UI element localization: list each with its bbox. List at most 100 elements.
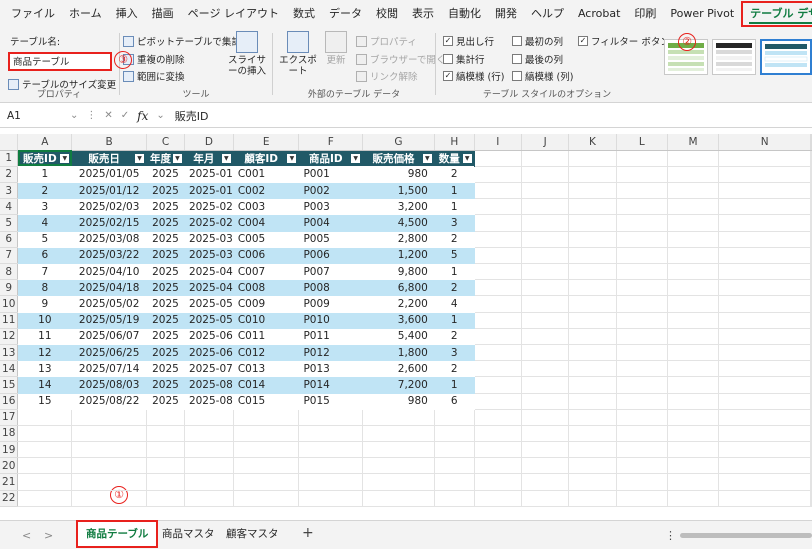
ribbon-tab[interactable]: 開発 [488,0,524,27]
table-cell[interactable]: P007 [298,263,364,281]
row-header[interactable]: 21 [0,473,19,491]
table-cell[interactable]: C014 [233,376,300,394]
empty-cell[interactable] [474,441,523,459]
empty-cell[interactable] [810,425,812,443]
table-style-dark[interactable] [712,39,756,75]
table-cell[interactable]: 2025-07 [184,360,234,378]
table-cell[interactable]: 2025/02/03 [71,198,148,216]
table-header-cell[interactable]: 顧客ID ▼ [233,150,300,167]
empty-cell[interactable] [298,490,364,507]
empty-cell[interactable] [568,490,617,507]
table-cell[interactable]: P014 [298,376,364,394]
table-cell[interactable]: 15 [17,393,73,410]
empty-cell[interactable] [616,457,668,475]
ribbon-tab[interactable]: 挿入 [109,0,145,27]
open-in-browser-button[interactable]: ブラウザーで開く [356,52,445,66]
empty-cell[interactable] [568,198,617,216]
table-cell[interactable]: P006 [298,247,364,265]
column-header[interactable]: D [184,134,234,151]
empty-cell[interactable] [146,409,185,426]
column-header[interactable]: I [474,134,523,151]
empty-cell[interactable] [474,295,523,313]
empty-cell[interactable] [667,295,720,313]
empty-cell[interactable] [362,409,435,426]
empty-cell[interactable] [667,263,720,281]
table-cell[interactable]: 2025/05/19 [71,312,148,329]
empty-cell[interactable] [146,425,185,443]
table-cell[interactable]: 4,500 [362,214,435,232]
ribbon-tab[interactable]: Power Pivot [663,0,741,27]
more-options-icon[interactable]: ⋮ [665,529,676,542]
table-cell[interactable]: 6,800 [362,279,435,297]
empty-cell[interactable] [667,344,720,362]
empty-cell[interactable] [362,425,435,443]
empty-cell[interactable] [718,457,811,475]
table-cell[interactable]: C006 [233,247,300,265]
empty-cell[interactable] [568,150,617,167]
empty-cell[interactable] [298,425,364,443]
empty-cell[interactable] [362,473,435,491]
empty-cell[interactable] [568,312,617,329]
empty-cell[interactable] [521,409,570,426]
empty-cell[interactable] [474,247,523,265]
empty-cell[interactable] [616,393,668,410]
empty-cell[interactable] [474,182,523,200]
empty-cell[interactable] [616,295,668,313]
empty-cell[interactable] [71,457,148,475]
empty-cell[interactable] [521,166,570,184]
empty-cell[interactable] [474,150,523,167]
table-header-cell[interactable]: 商品ID ▼ [298,150,364,167]
empty-cell[interactable] [521,360,570,378]
empty-cell[interactable] [718,490,811,507]
empty-cell[interactable] [474,263,523,281]
empty-cell[interactable] [718,376,811,394]
table-cell[interactable]: 2025 [146,182,185,200]
table-cell[interactable]: P008 [298,279,364,297]
filter-dropdown-icon[interactable]: ▼ [351,153,361,163]
table-cell[interactable]: 2025 [146,393,185,410]
worksheet-grid[interactable]: ABCDEFGHIJKLMN 1 販売ID ▼ 販売日 ▼ 年度 ▼ 年月 ▼ 顧客ID ▼ 商品ID… [0,134,812,520]
empty-cell[interactable] [362,441,435,459]
add-sheet-icon[interactable]: + [302,525,314,541]
row-header[interactable]: 1 [0,150,19,167]
empty-cell[interactable] [616,360,668,378]
empty-cell[interactable] [616,166,668,184]
empty-cell[interactable] [718,312,811,329]
empty-cell[interactable] [616,328,668,345]
empty-cell[interactable] [17,425,73,443]
confirm-icon[interactable]: ✓ [121,110,129,121]
empty-cell[interactable] [568,425,617,443]
empty-cell[interactable] [362,457,435,475]
table-cell[interactable]: 6 [17,247,73,265]
empty-cell[interactable] [718,166,811,184]
row-header[interactable]: 14 [0,360,19,378]
table-cell[interactable]: 2025 [146,263,185,281]
table-cell[interactable]: 3,200 [362,198,435,216]
row-header[interactable]: 17 [0,409,19,426]
empty-cell[interactable] [718,247,811,265]
empty-cell[interactable] [298,441,364,459]
empty-cell[interactable] [568,393,617,410]
empty-cell[interactable] [521,425,570,443]
empty-cell[interactable] [474,490,523,507]
table-cell[interactable]: P003 [298,198,364,216]
empty-cell[interactable] [17,473,73,491]
table-cell[interactable]: 2025/06/07 [71,328,148,345]
table-cell[interactable]: 2 [434,360,475,378]
row-header[interactable]: 7 [0,247,19,265]
table-cell[interactable]: 2025 [146,312,185,329]
filter-dropdown-icon[interactable]: ▼ [287,153,297,163]
table-cell[interactable]: 2025/07/14 [71,360,148,378]
empty-cell[interactable] [474,166,523,184]
table-header-cell[interactable]: 販売価格 ▼ [362,150,435,167]
table-cell[interactable]: 2025 [146,214,185,232]
empty-cell[interactable] [233,457,300,475]
table-cell[interactable]: 2025-05 [184,312,234,329]
empty-cell[interactable] [667,409,720,426]
row-header[interactable]: 3 [0,182,19,200]
empty-cell[interactable] [71,490,148,507]
table-cell[interactable]: 8 [17,279,73,297]
empty-cell[interactable] [667,166,720,184]
empty-cell[interactable] [146,490,185,507]
empty-cell[interactable] [184,490,234,507]
